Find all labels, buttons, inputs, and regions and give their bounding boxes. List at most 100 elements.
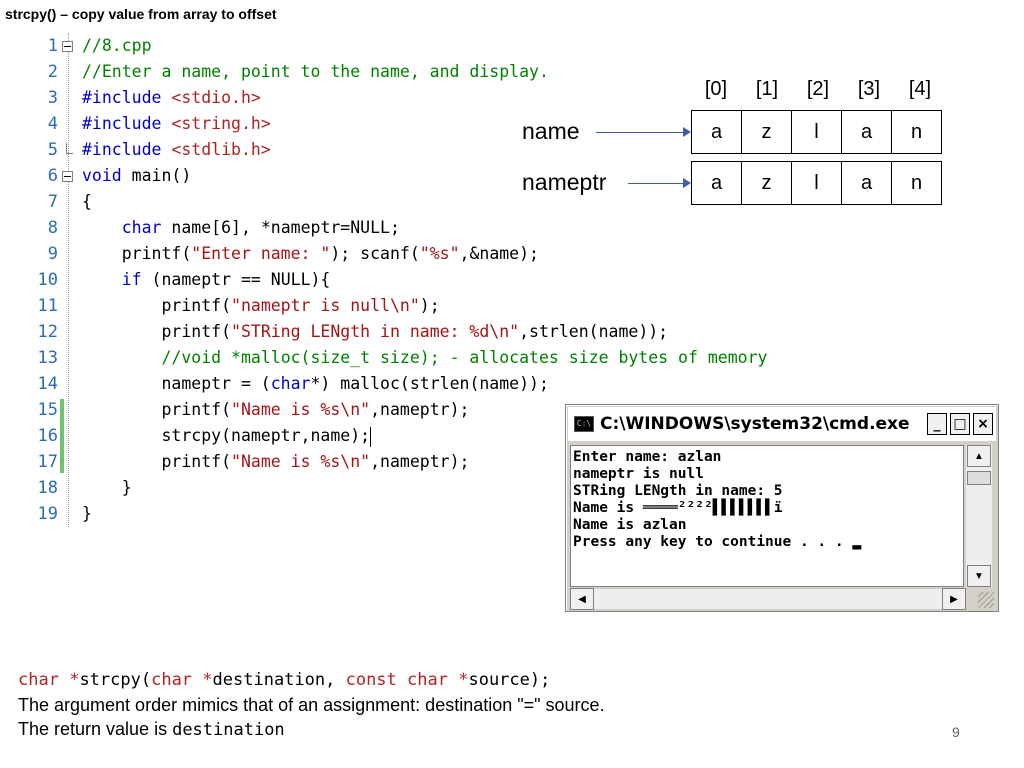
array-cell: z: [741, 110, 792, 154]
code-token: {: [82, 192, 92, 211]
code-token: printf(: [82, 400, 232, 419]
fold-toggle-icon[interactable]: [62, 41, 73, 52]
array-cell: n: [891, 161, 942, 205]
console-titlebar[interactable]: C:\ C:\WINDOWS\system32\cmd.exe _ □ ×: [568, 407, 996, 441]
code-line[interactable]: //Enter a name, point to the name, and d…: [82, 59, 549, 85]
line-number: 17: [37, 452, 58, 472]
array-cell: a: [841, 110, 892, 154]
fold-end-marker: [66, 143, 73, 154]
prototype-token: const: [345, 670, 397, 690]
line-number: 1: [47, 36, 58, 56]
array-cell: z: [741, 161, 792, 205]
prototype-token: *: [58, 670, 80, 690]
code-token: char: [121, 218, 162, 237]
array-cell: n: [891, 110, 942, 154]
code-token: ); scanf(: [330, 244, 420, 263]
code-line[interactable]: #include <stdlib.h>: [82, 137, 271, 163]
code-token: char: [270, 374, 311, 393]
code-line[interactable]: strcpy(nameptr,name);: [82, 423, 372, 449]
array-index-label: [3]: [857, 78, 881, 100]
code-line[interactable]: //8.cpp: [82, 33, 152, 59]
code-line[interactable]: void main(): [82, 163, 191, 189]
code-line[interactable]: if (nameptr == NULL){: [82, 267, 331, 293]
console-output-area[interactable]: Enter name: azlan nameptr is null STRing…: [570, 445, 964, 587]
code-line[interactable]: //void *malloc(size_t size); - allocates…: [82, 345, 767, 371]
code-line[interactable]: printf("nameptr is null\n");: [82, 293, 439, 319]
code-token: <stdio.h>: [171, 88, 261, 107]
code-line[interactable]: char name[6], *nameptr=NULL;: [82, 215, 400, 241]
code-token: //Enter a name, point to the name, and d…: [82, 62, 549, 81]
code-line[interactable]: }: [82, 501, 92, 527]
code-token: ,&name);: [459, 244, 539, 263]
code-token: name[6], *nameptr=NULL;: [161, 218, 400, 237]
line-number: 6: [47, 166, 58, 186]
array-cell: a: [691, 161, 742, 205]
console-window[interactable]: C:\ C:\WINDOWS\system32\cmd.exe _ □ × En…: [565, 404, 999, 612]
code-token: "STRing LENgth in name: %d\n": [231, 322, 520, 341]
strcpy-prototype: char *strcpy(char *destination, const ch…: [18, 670, 550, 690]
arrow-head-icon: [683, 178, 691, 188]
code-line[interactable]: nameptr = (char*) malloc(strlen(name));: [82, 371, 548, 397]
scroll-up-button[interactable]: ▲: [967, 445, 991, 467]
prototype-token: char: [18, 670, 59, 690]
code-line[interactable]: #include <string.h>: [82, 111, 271, 137]
line-number: 14: [37, 374, 58, 394]
text-caret: [370, 426, 372, 447]
array-index-label: [1]: [755, 78, 779, 100]
resize-grip[interactable]: [978, 592, 994, 608]
fold-guide: [68, 33, 69, 527]
line-number: 3: [47, 88, 58, 108]
code-token: #include: [82, 140, 172, 159]
code-line[interactable]: #include <stdio.h>: [82, 85, 261, 111]
horizontal-scrollbar[interactable]: ◀ ▶: [570, 588, 966, 610]
scroll-down-button[interactable]: ▼: [967, 565, 991, 587]
minimize-button[interactable]: _: [927, 413, 947, 435]
code-line[interactable]: printf("Enter name: "); scanf("%s",&name…: [82, 241, 539, 267]
code-token: printf(: [82, 452, 232, 471]
code-token: <string.h>: [171, 114, 271, 133]
code-line[interactable]: }: [82, 475, 132, 501]
maximize-button[interactable]: □: [950, 413, 970, 435]
scroll-thumb[interactable]: [967, 471, 991, 485]
code-token: "Name is %s\n": [231, 452, 371, 471]
console-title: C:\WINDOWS\system32\cmd.exe: [600, 414, 910, 434]
code-token: }: [82, 478, 132, 497]
code-line[interactable]: printf("Name is %s\n",nameptr);: [82, 397, 469, 423]
console-output: Enter name: azlan nameptr is null STRing…: [573, 449, 862, 550]
line-number: 16: [37, 426, 58, 446]
line-number: 2: [47, 62, 58, 82]
code-line[interactable]: {: [82, 189, 92, 215]
code-token: main(): [121, 166, 192, 185]
code-line[interactable]: printf("STRing LENgth in name: %d\n",str…: [82, 319, 668, 345]
arrow-line: [596, 132, 683, 133]
code-token: }: [82, 504, 92, 523]
code-token: if: [121, 270, 142, 289]
code-token: ,strlen(name));: [519, 322, 669, 341]
scroll-right-button[interactable]: ▶: [942, 588, 966, 610]
code-token: strcpy(nameptr,name);: [82, 426, 371, 445]
fold-toggle-icon[interactable]: [62, 171, 73, 182]
return-value-code: destination: [172, 720, 285, 740]
prototype-token: char: [407, 670, 448, 690]
prototype-token: [397, 670, 407, 690]
cmd-icon: C:\: [574, 416, 594, 432]
close-button[interactable]: ×: [973, 413, 993, 435]
arrow-line: [628, 183, 683, 184]
prototype-token: strcpy(: [79, 670, 152, 690]
code-token: printf(: [82, 296, 232, 315]
line-number: 7: [47, 192, 58, 212]
code-token: (nameptr == NULL){: [141, 270, 331, 289]
scroll-left-button[interactable]: ◀: [570, 588, 594, 610]
array-cell: l: [791, 161, 842, 205]
prototype-token: *: [192, 670, 213, 690]
code-line[interactable]: printf("Name is %s\n",nameptr);: [82, 449, 469, 475]
code-token: #include: [82, 88, 172, 107]
array-index-label: [0]: [704, 78, 728, 100]
code-token: //void *malloc(size_t size); - allocates…: [161, 348, 768, 367]
line-number: 11: [37, 296, 58, 316]
vertical-scrollbar[interactable]: ▲ ▼: [966, 445, 992, 587]
slide-title: strcpy() – copy value from array to offs…: [5, 6, 277, 22]
line-number: 19: [37, 504, 58, 524]
code-token: nameptr = (: [82, 374, 271, 393]
